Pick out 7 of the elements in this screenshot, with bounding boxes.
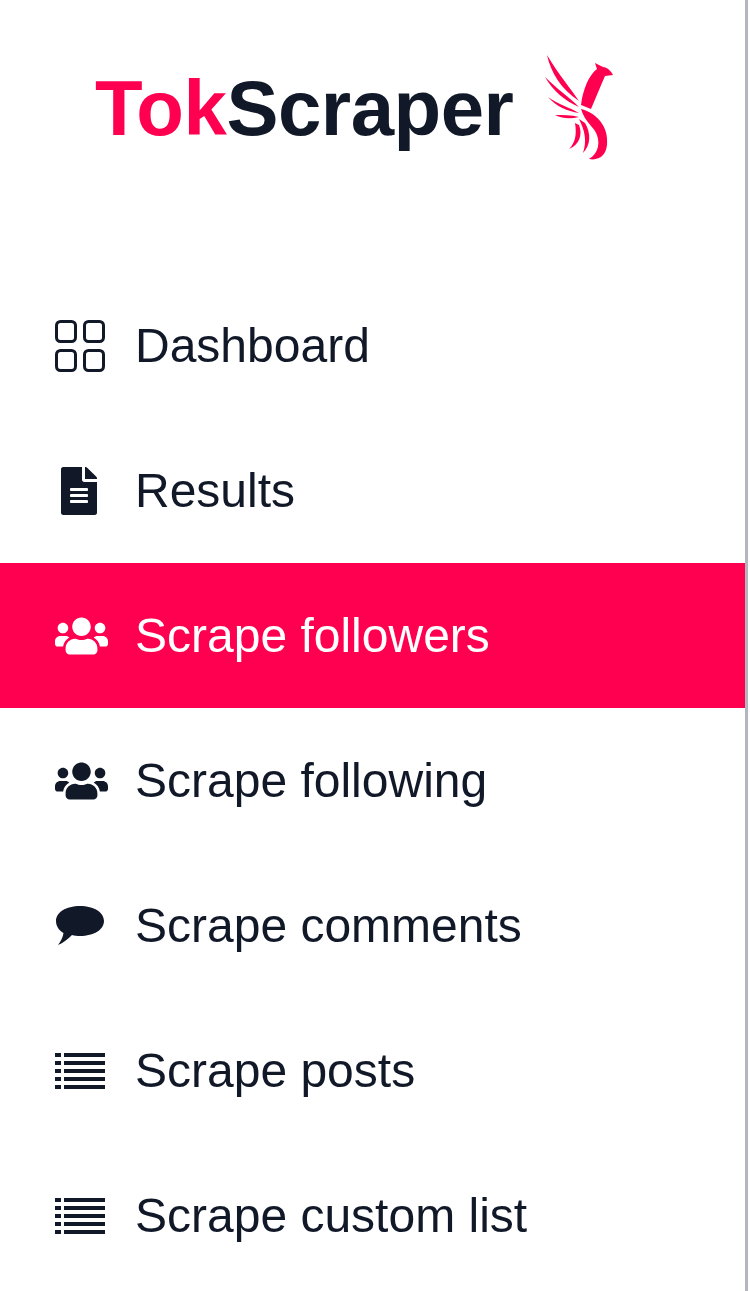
list-icon: [55, 1052, 105, 1089]
grid-icon: [55, 319, 105, 372]
speech-bubble-icon: [55, 905, 105, 946]
list-icon: [55, 1197, 105, 1234]
bird-icon: [545, 55, 614, 161]
sidebar-item[interactable]: Scrape followers: [0, 563, 745, 708]
document-icon: [60, 466, 98, 515]
